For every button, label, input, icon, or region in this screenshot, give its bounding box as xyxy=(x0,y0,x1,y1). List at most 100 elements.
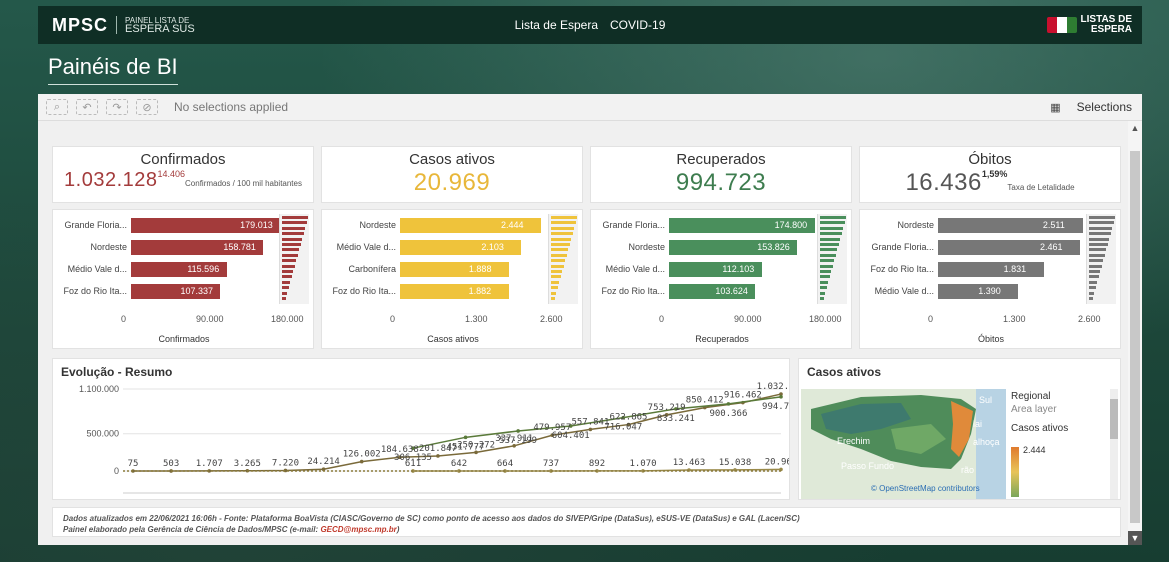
minimap-bar xyxy=(820,275,830,279)
kpi-sub: Confirmados / 100 mil habitantes xyxy=(185,179,302,188)
bar-value-label: 1.831 xyxy=(1003,264,1027,274)
axis-tick-label: 2.600 xyxy=(1078,314,1101,324)
confirmados-data-label: 3.265 xyxy=(234,459,261,469)
bar-value-label: 1.882 xyxy=(468,286,492,296)
evolucao-title: Evolução - Resumo xyxy=(61,365,173,379)
map-scroll-thumb[interactable] xyxy=(1110,399,1118,439)
bar-category-label: Foz do Rio Ita... xyxy=(870,264,934,274)
map-scrollbar[interactable] xyxy=(1110,389,1118,499)
bar[interactable] xyxy=(400,284,509,299)
kpi-title: Casos ativos xyxy=(409,151,495,168)
selections-button[interactable]: ▦ Selections xyxy=(1050,100,1132,114)
map-panel[interactable]: Casos ativos Sul Erechim Passo Fundo lai… xyxy=(798,358,1121,500)
minimap-bar xyxy=(1089,243,1108,246)
minimap-bar xyxy=(551,270,562,273)
bar-chart-minimap[interactable] xyxy=(279,214,309,304)
map-label-lai: lai xyxy=(973,419,982,429)
confirmados-data-label: 916.462 xyxy=(724,391,762,401)
step-forward-icon[interactable]: ↷ xyxy=(106,99,128,115)
kpi-value-row: 1.032.12814.406Confirmados / 100 mil hab… xyxy=(53,169,313,192)
confirmados-data-label: 622.865 xyxy=(610,413,648,423)
bar-category-label: Médio Vale d... xyxy=(874,286,934,296)
kpi-title: Recuperados xyxy=(676,151,766,168)
y-tick-label: 500.000 xyxy=(86,429,119,439)
kpi-confirmados[interactable]: Confirmados 1.032.12814.406Confirmados /… xyxy=(52,146,314,203)
minimap-bar xyxy=(551,275,561,279)
minimap-bar xyxy=(282,270,293,273)
footer-email-link[interactable]: GECD@mpsc.mp.br xyxy=(320,525,396,534)
bar-category-label: Foz do Rio Ita... xyxy=(332,286,396,296)
logo-text: MPSC xyxy=(52,14,109,35)
bar-value-label: 2.444 xyxy=(501,220,524,230)
axis-tick-label: 0 xyxy=(928,314,934,324)
legend-measure: Casos ativos xyxy=(1011,423,1069,434)
selections-label: Selections xyxy=(1076,100,1132,114)
minimap-bar xyxy=(551,243,570,246)
map-attribution[interactable]: © OpenStreetMap contributors xyxy=(871,484,980,493)
minimap-bar xyxy=(1089,275,1099,279)
minimap-bar xyxy=(1089,259,1103,263)
mpsc-logo[interactable]: MPSC PAINEL LISTA DE ESPERA SUS xyxy=(52,15,195,36)
smart-search-icon[interactable]: ⌕ xyxy=(46,99,68,115)
minimap-bar xyxy=(551,226,574,230)
map-label-tubarao: rão xyxy=(961,465,974,475)
bar-chart-obitos[interactable]: Nordeste 2.511 Grande Floria... 2.461 Foz do… xyxy=(859,209,1121,349)
casos-ativos-data-label: 642 xyxy=(451,459,467,469)
bar-chart-confirmados[interactable]: Grande Floria... 179.013 Nordeste 158.781 Mé… xyxy=(52,209,314,349)
minimap-bar xyxy=(820,216,846,219)
minimap-bar xyxy=(820,248,837,252)
footer-line2-text: Painel elaborado pela Gerência de Ciênci… xyxy=(63,525,319,534)
scroll-up-icon[interactable]: ▲ xyxy=(1128,121,1142,135)
minimap-bar xyxy=(820,232,842,236)
sheet-scrollbar[interactable]: ▲ ▼ xyxy=(1128,121,1142,545)
evolucao-panel[interactable]: Evolução - Resumo 1.100.000 500.000 0 75 503… xyxy=(52,358,790,500)
bar-chart-recuperados[interactable]: Grande Floria... 174.800 Nordeste 153.826 Mé… xyxy=(590,209,852,349)
map-label-passo-fundo: Passo Fundo xyxy=(841,461,894,471)
kpi-casos-ativos[interactable]: Casos ativos 20.969 xyxy=(321,146,583,203)
minimap-bar xyxy=(282,275,292,279)
bar-value-label: 179.013 xyxy=(240,220,273,230)
scroll-thumb[interactable] xyxy=(1130,151,1140,523)
casos-ativos-data-label: 20.969 xyxy=(765,457,789,467)
listas-espera-brand[interactable]: LISTAS DE ESPERA xyxy=(1046,15,1132,35)
recuperados-data-label: 833.241 xyxy=(657,414,695,424)
minimap-bar xyxy=(282,259,296,263)
minimap-bar xyxy=(820,221,845,225)
minimap-bar xyxy=(282,243,301,246)
step-back-icon[interactable]: ↶ xyxy=(76,99,98,115)
bar-chart-casos-ativos[interactable]: Nordeste 2.444 Médio Vale d... 2.103 Carboní… xyxy=(321,209,583,349)
nav-lista-espera[interactable]: Lista de Espera xyxy=(515,18,598,32)
bar-category-label: Nordeste xyxy=(359,220,396,230)
casos-ativos-data-label: 611 xyxy=(405,459,421,469)
map-label-sul: Sul xyxy=(979,395,992,405)
bar-category-label: Carbonífera xyxy=(348,264,396,274)
bar[interactable] xyxy=(938,262,1044,277)
minimap-bar xyxy=(820,280,828,284)
footer-panel: Dados atualizados em 22/06/2021 16:06h -… xyxy=(52,507,1121,537)
nav-covid19[interactable]: COVID-19 xyxy=(610,18,665,32)
axis-title: Óbitos xyxy=(977,334,1004,344)
bar-value-label: 1.390 xyxy=(978,286,1001,296)
casos-ativos-data-label: 13.463 xyxy=(673,458,706,468)
bar-category-label: Foz do Rio Ita... xyxy=(63,286,127,296)
evolucao-chart[interactable]: 1.100.000 500.000 0 75 503 1.707 3.265 7.220 24.… xyxy=(53,379,789,499)
bar-value-label: 103.624 xyxy=(715,286,748,296)
bar-chart-minimap[interactable] xyxy=(548,214,578,304)
selection-toolbar: ⌕ ↶ ↷ ⊘ No selections applied ▦ Selectio… xyxy=(38,94,1142,121)
minimap-bar xyxy=(1089,232,1111,236)
bar-chart-minimap[interactable] xyxy=(817,214,847,304)
minimap-bar xyxy=(282,253,298,257)
recuperados-data-label: 537.199 xyxy=(499,436,537,446)
axis-title: Recuperados xyxy=(695,334,749,344)
minimap-bar xyxy=(1089,280,1097,284)
bar-chart-minimap[interactable] xyxy=(1086,214,1116,304)
kpi-recuperados[interactable]: Recuperados 994.723 xyxy=(590,146,852,203)
bar[interactable] xyxy=(400,262,509,277)
minimap-bar xyxy=(282,291,287,295)
kpi-obitos[interactable]: Óbitos 16.4361,59% Taxa de Letalidade xyxy=(859,146,1121,203)
map-area[interactable]: Sul Erechim Passo Fundo lai alhoça rão ©… xyxy=(801,389,1006,499)
y-tick-label: 0 xyxy=(114,466,119,476)
minimap-bar xyxy=(820,226,843,230)
clear-selections-icon[interactable]: ⊘ xyxy=(136,99,158,115)
scroll-down-icon[interactable]: ▼ xyxy=(1128,531,1142,545)
